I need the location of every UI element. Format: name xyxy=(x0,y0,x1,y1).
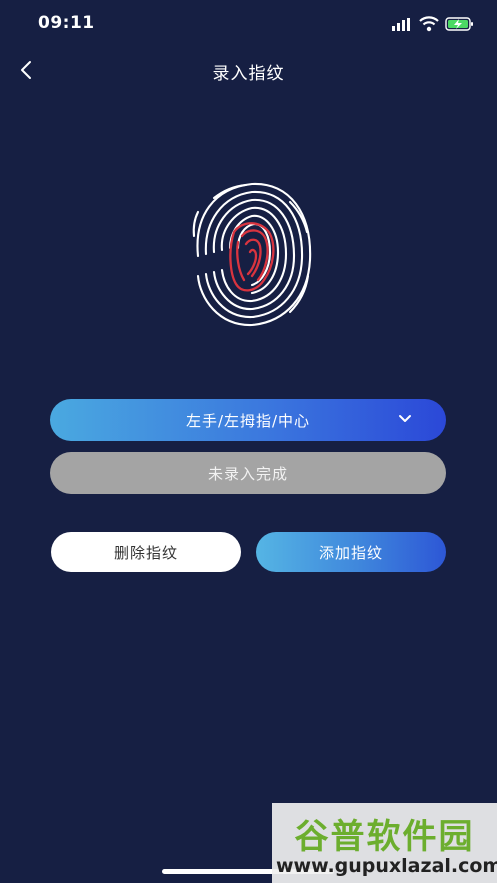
enroll-status: 未录入完成 xyxy=(50,452,446,494)
enroll-status-text: 未录入完成 xyxy=(207,464,288,483)
page-title: 录入指纹 xyxy=(212,64,285,84)
battery-charging-icon xyxy=(445,17,473,31)
add-fingerprint-label: 添加指纹 xyxy=(318,543,383,562)
watermark-url: www.gupuxlazal.com xyxy=(276,855,497,877)
add-fingerprint-button[interactable]: 添加指纹 xyxy=(256,532,446,572)
delete-fingerprint-button[interactable]: 删除指纹 xyxy=(51,532,241,572)
watermark-title: 谷普软件园 xyxy=(294,817,475,857)
watermark: 谷普软件园 www.gupuxlazal.com xyxy=(272,803,497,883)
cellular-signal-icon xyxy=(392,18,410,31)
status-bar: 09:11 xyxy=(0,0,497,50)
finger-select-value: 左手/左拇指/中心 xyxy=(185,411,311,430)
delete-fingerprint-label: 删除指纹 xyxy=(113,543,178,562)
status-time: 09:11 xyxy=(38,13,95,33)
nav-bar: 录入指纹 xyxy=(0,50,497,90)
wifi-icon xyxy=(419,16,439,32)
finger-select-dropdown[interactable]: 左手/左拇指/中心 xyxy=(50,399,446,441)
chevron-down-icon xyxy=(399,415,411,422)
fingerprint-icon xyxy=(192,182,312,327)
